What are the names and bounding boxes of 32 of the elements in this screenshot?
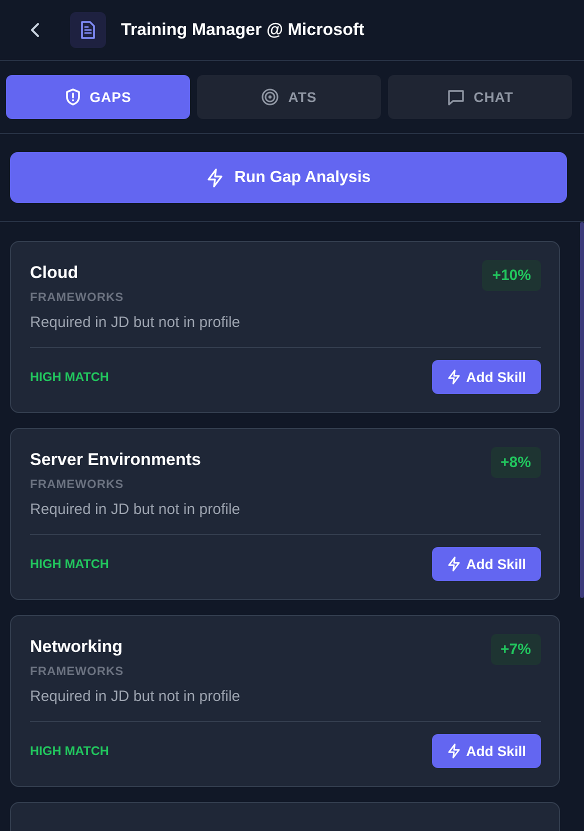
skill-name: Cloud [30,263,80,283]
chevron-left-icon [28,21,42,39]
add-skill-button[interactable]: Add Skill [432,734,541,768]
shield-icon [64,88,81,106]
skill-category: FRAMEWORKS [30,477,125,491]
lightning-icon [447,743,462,759]
skill-name: Networking [30,637,124,657]
page-title: Training Manager @ Microsoft [121,20,364,40]
match-label: HIGH MATCH [30,744,109,758]
lightning-icon [447,556,462,572]
score-boost-badge: +8% [490,447,541,478]
target-icon [261,88,280,106]
match-label: HIGH MATCH [30,557,109,571]
document-icon [70,12,106,48]
score-boost-badge: +7% [490,634,541,665]
add-skill-button[interactable]: Add Skill [432,360,541,394]
tab[interactable]: CHAT [388,75,572,119]
lightning-icon [447,369,462,385]
gap-reason: Required in JD but not in profile [30,688,541,722]
chat-icon [446,88,465,106]
run-analysis-button[interactable]: Run Gap Analysis [10,152,567,203]
gap-reason: Required in JD but not in profile [30,314,541,348]
match-label: HIGH MATCH [30,370,109,384]
add-skill-button[interactable]: Add Skill [432,547,541,581]
skill-category: FRAMEWORKS [30,664,124,678]
gap-reason: Required in JD but not in profile [30,501,541,535]
tab[interactable]: ATS [197,75,381,119]
skill-category: FRAMEWORKS [30,290,124,304]
tab[interactable]: GAPS [6,75,190,119]
score-boost-badge: +10% [482,260,541,291]
lightning-icon [206,168,224,188]
skill-name: Server Environments [30,450,202,470]
